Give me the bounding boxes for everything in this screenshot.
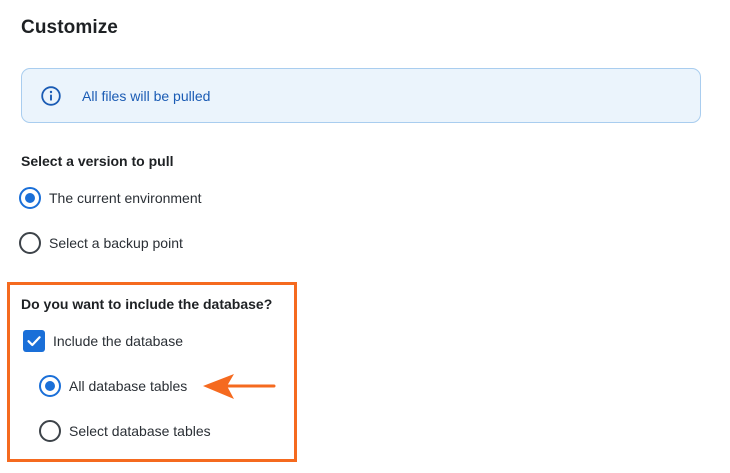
radio-all-database-tables[interactable]: All database tables — [39, 375, 187, 397]
database-section-label: Do you want to include the database? — [21, 296, 273, 312]
radio-backup-point[interactable]: Select a backup point — [19, 232, 183, 254]
customize-panel: Customize All files will be pulled Selec… — [0, 0, 730, 473]
version-section-label: Select a version to pull — [21, 153, 174, 169]
info-banner: All files will be pulled — [21, 68, 701, 123]
radio-button-selected[interactable] — [39, 375, 61, 397]
checkbox-checked[interactable] — [23, 330, 45, 352]
checkbox-include-database[interactable]: Include the database — [23, 330, 183, 352]
radio-label: All database tables — [69, 378, 188, 394]
radio-button[interactable] — [19, 232, 41, 254]
arrow-left-icon — [203, 374, 276, 399]
radio-label: Select database tables — [69, 423, 211, 439]
info-banner-text: All files will be pulled — [82, 88, 211, 104]
radio-button[interactable] — [39, 420, 61, 442]
radio-label: The current environment — [49, 190, 202, 206]
info-icon — [41, 86, 61, 106]
radio-current-environment[interactable]: The current environment — [19, 187, 202, 209]
radio-select-database-tables[interactable]: Select database tables — [39, 420, 211, 442]
radio-button-selected[interactable] — [19, 187, 41, 209]
check-icon — [27, 336, 41, 347]
radio-label: Select a backup point — [49, 235, 183, 251]
checkbox-label: Include the database — [53, 333, 183, 349]
page-title: Customize — [21, 17, 118, 38]
